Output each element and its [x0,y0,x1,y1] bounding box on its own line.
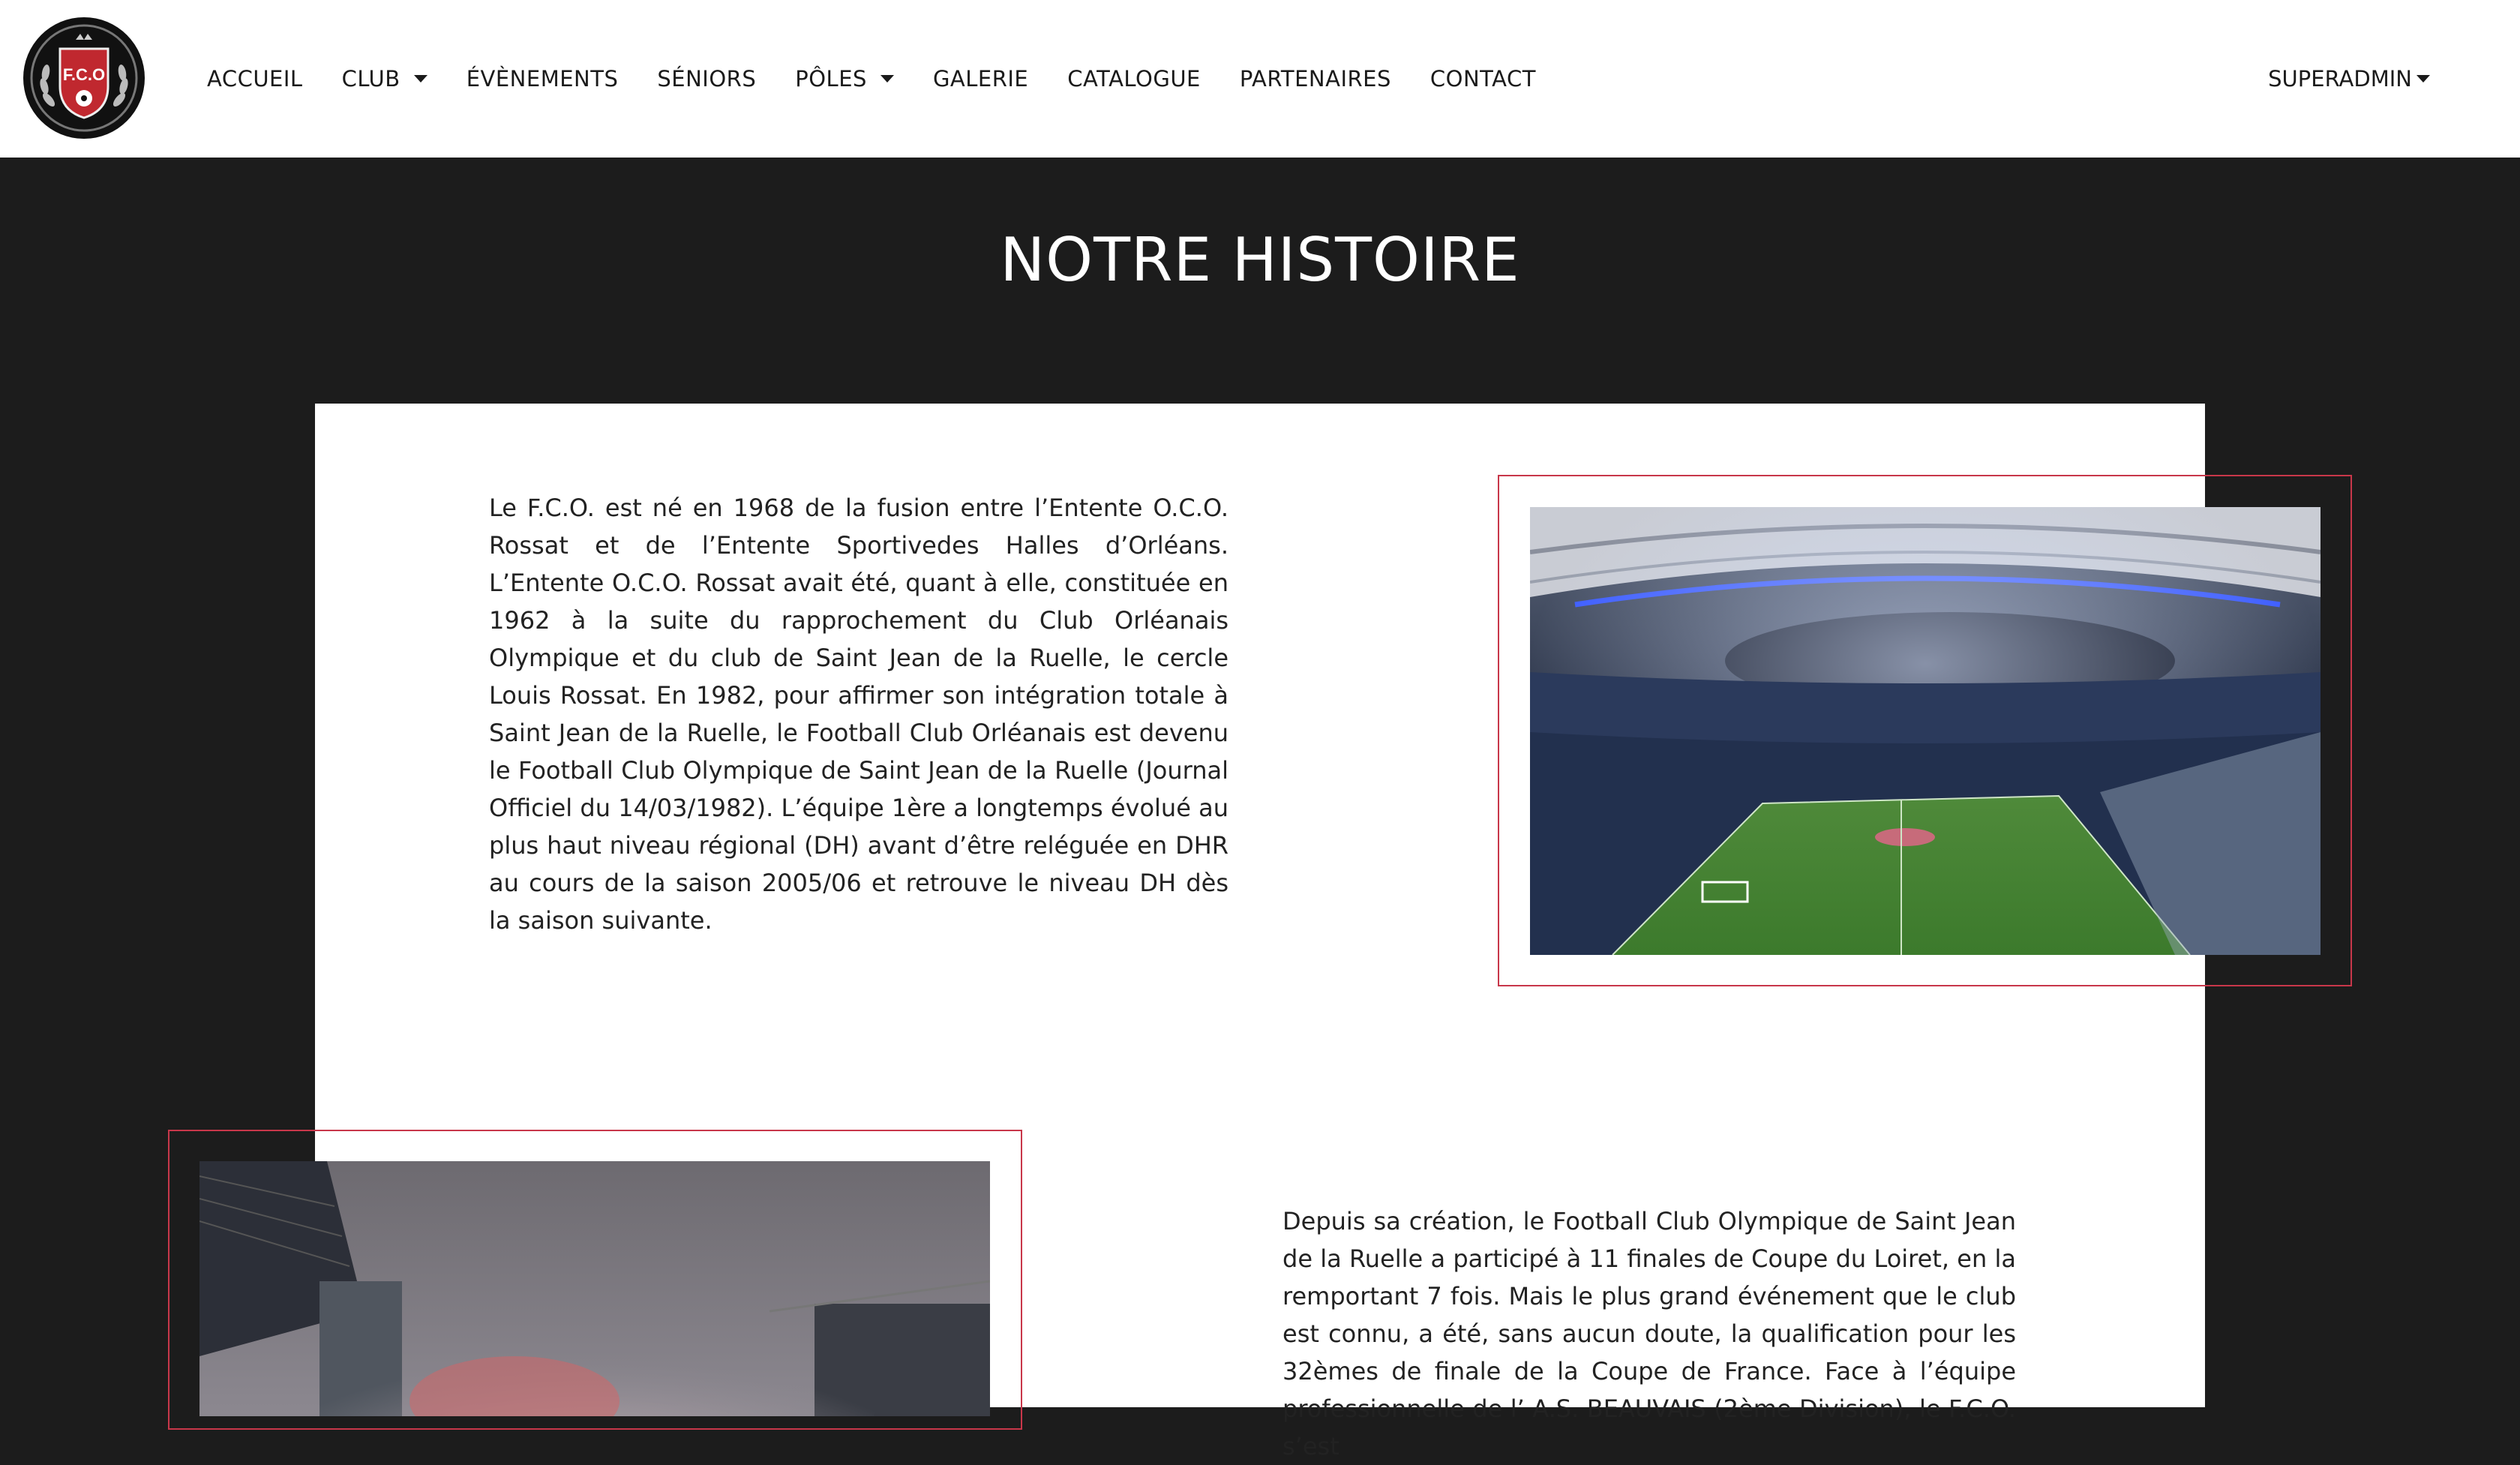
main-nav: ACCUEIL CLUB ÉVÈNEMENTS SÉNIORS PÔLES GA… [207,0,1575,158]
logo-text: F.C.O [63,65,105,84]
nav-item-evenements[interactable]: ÉVÈNEMENTS [466,66,619,92]
nav-item-label: CONTACT [1430,66,1536,92]
caret-down-icon [880,75,894,83]
nav-item-label: SÉNIORS [657,66,757,92]
nav-item-label: CATALOGUE [1067,66,1201,92]
stadium-photo [1530,507,2320,955]
nav-item-seniors[interactable]: SÉNIORS [657,66,756,92]
nav-item-label: ACCUEIL [207,66,303,92]
nav-item-contact[interactable]: CONTACT [1430,66,1536,92]
history-paragraph-1: Le F.C.O. est né en 1968 de la fusion en… [489,494,1228,935]
history-paragraph-2: Depuis sa création, le Football Club Oly… [1282,1207,2016,1460]
user-menu-label: SUPERADMIN [2268,66,2412,92]
nav-item-club[interactable]: CLUB [342,66,428,92]
caret-down-icon [413,75,428,83]
nav-item-label: PARTENAIRES [1239,66,1391,92]
nav-item-label: ÉVÈNEMENTS [466,66,619,92]
club-crest-icon: F.C.O [24,18,144,138]
page-title: NOTRE HISTOIRE [1000,225,1520,295]
nav-item-catalogue[interactable]: CATALOGUE [1067,66,1201,92]
stadium-flares-photo [200,1161,990,1416]
nav-item-label: GALERIE [932,66,1029,92]
caret-down-icon [2416,75,2430,83]
user-menu-dropdown[interactable]: SUPERADMIN [2268,0,2430,158]
nav-item-label: PÔLES [795,66,867,92]
navbar: F.C.O ACCUEIL CLUB ÉVÈNEMENTS SÉNIORS PÔ… [0,0,2520,158]
nav-item-partenaires[interactable]: PARTENAIRES [1240,66,1391,92]
club-logo[interactable]: F.C.O [23,17,145,139]
nav-item-accueil[interactable]: ACCUEIL [207,66,303,92]
nav-item-label: CLUB [341,66,400,92]
nav-item-galerie[interactable]: GALERIE [933,66,1028,92]
nav-item-poles[interactable]: PÔLES [795,66,894,92]
